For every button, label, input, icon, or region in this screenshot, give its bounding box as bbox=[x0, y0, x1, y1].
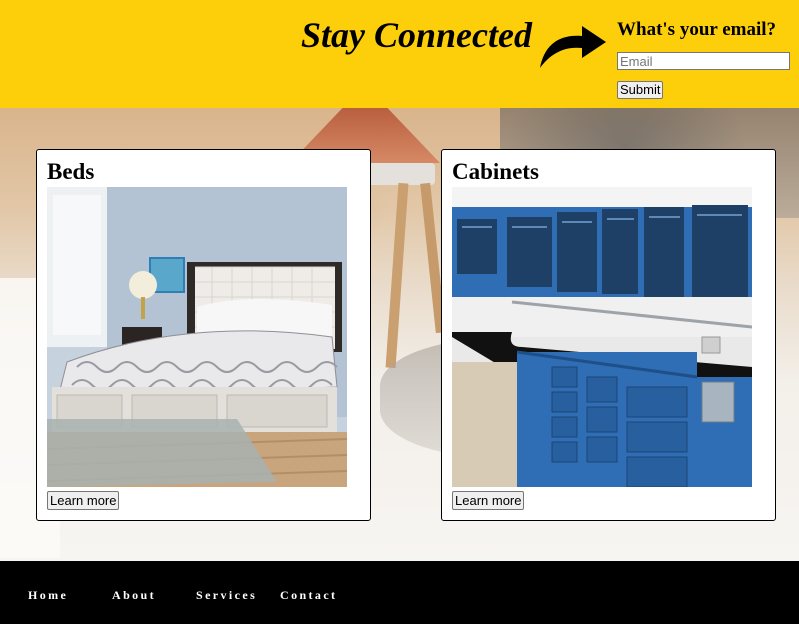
nav-link-about[interactable]: About bbox=[112, 588, 156, 603]
header: Stay Connected What's your email? Submit bbox=[0, 0, 799, 108]
email-question-label: What's your email? bbox=[617, 19, 777, 40]
nav-link-services[interactable]: Services bbox=[196, 588, 257, 603]
hero-table-top bbox=[365, 163, 435, 185]
card-title: Cabinets bbox=[452, 159, 539, 184]
card-title: Beds bbox=[47, 159, 95, 184]
submit-button[interactable]: Submit bbox=[617, 81, 664, 99]
card-cabinets: Cabinets Learn more bbox=[441, 149, 776, 521]
learn-more-button[interactable]: Learn more bbox=[452, 491, 525, 510]
nav-link-home[interactable]: Home bbox=[28, 588, 68, 603]
cabinets-photo bbox=[452, 187, 752, 487]
hero-table-leg bbox=[385, 182, 409, 369]
footer: Home About Services Contact bbox=[0, 561, 799, 624]
page-title: Stay Connected bbox=[301, 15, 532, 55]
nav-link-contact[interactable]: Contact bbox=[280, 588, 337, 603]
learn-more-button[interactable]: Learn more bbox=[47, 491, 120, 510]
card-beds: Beds Learn more bbox=[36, 149, 371, 521]
email-field[interactable] bbox=[617, 52, 790, 70]
curved-arrow-icon bbox=[540, 26, 606, 68]
bed-photo bbox=[47, 187, 347, 487]
